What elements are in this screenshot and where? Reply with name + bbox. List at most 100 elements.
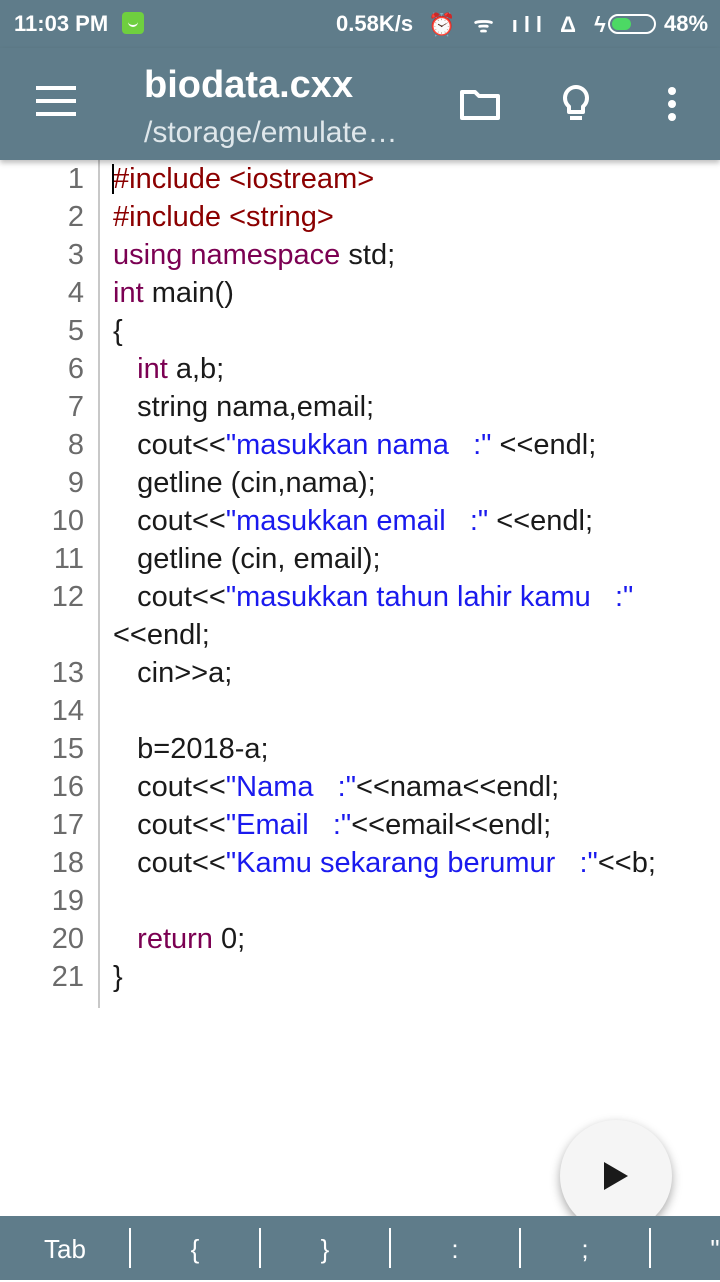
- code-line: 15 b=2018-a;: [0, 730, 720, 768]
- code-token: <<nama<<endl;: [356, 771, 560, 803]
- code-token: "Kamu sekarang berumur :": [225, 847, 598, 879]
- line-number: 14: [51, 695, 84, 727]
- code-token: int: [137, 353, 168, 385]
- code-line: <<endl;: [0, 616, 720, 654]
- code-text: cin>>a;: [113, 654, 232, 692]
- folder-icon[interactable]: [456, 80, 504, 128]
- code-token: cout<<: [113, 847, 226, 879]
- code-text: cout<<"Kamu sekarang berumur :"<<b;: [113, 844, 656, 882]
- code-token: cin>>a;: [113, 657, 233, 689]
- code-line: 10 cout<<"masukkan email :" <<endl;: [0, 502, 720, 540]
- code-editor[interactable]: 1 #include <iostream> 2 #include <string> 3 u…: [0, 160, 720, 1216]
- line-number: 4: [67, 277, 84, 309]
- code-text: getline (cin,nama);: [113, 464, 376, 502]
- line-number: 18: [51, 847, 84, 879]
- code-token: cout<<: [113, 429, 226, 461]
- extra-keys-bar: Tab{}:; ": [0, 1216, 720, 1280]
- key-2[interactable]: }: [260, 1216, 390, 1280]
- code-token: getline (cin, email);: [113, 543, 381, 575]
- code-line: 6 int a,b;: [0, 350, 720, 388]
- status-icons: ⏰ ᯤ ıll Δ ϟ: [428, 12, 612, 37]
- code-text: using namespace std;: [113, 236, 395, 274]
- battery-percent: 48%: [664, 11, 709, 36]
- key-separator: [649, 1228, 651, 1268]
- code-text: string nama,email;: [113, 388, 374, 426]
- code-token: <<endl;: [488, 505, 594, 537]
- code-line: 13 cin>>a;: [0, 654, 720, 692]
- line-number: 12: [51, 581, 84, 613]
- code-token: "masukkan tahun lahir kamu :": [225, 581, 634, 613]
- code-line: 5{: [0, 312, 720, 350]
- code-line: 16 cout<<"Nama :"<<nama<<endl;: [0, 768, 720, 806]
- code-token: <<endl;: [491, 429, 597, 461]
- play-icon: [604, 1162, 628, 1190]
- key-5[interactable]: ": [650, 1216, 720, 1280]
- code-line: 17 cout<<"Email :"<<email<<endl;: [0, 806, 720, 844]
- code-token: b=2018-a;: [113, 733, 269, 765]
- key-1[interactable]: {: [130, 1216, 260, 1280]
- code-text: #include <iostream>: [113, 160, 374, 198]
- code-token: "Nama :": [225, 771, 357, 803]
- line-number: 7: [67, 391, 84, 423]
- file-path: /storage/emulate…: [144, 116, 398, 149]
- code-token: main(): [143, 277, 234, 309]
- key-separator: [129, 1228, 131, 1268]
- code-text: #include <string>: [113, 198, 334, 236]
- app-toolbar: biodata.cxx /storage/emulate…: [0, 48, 720, 160]
- menu-icon[interactable]: [36, 86, 76, 116]
- code-token: cout<<: [113, 581, 226, 613]
- code-text: cout<<"Email :"<<email<<endl;: [113, 806, 551, 844]
- line-number: 10: [51, 505, 84, 537]
- line-number: 3: [67, 239, 84, 271]
- code-token: using namespace: [113, 239, 341, 271]
- line-number: 21: [51, 961, 84, 993]
- battery-icon: [608, 14, 656, 34]
- code-line: 14: [0, 692, 720, 730]
- code-token: #include <iostream>: [113, 163, 375, 195]
- line-number: 5: [67, 315, 84, 347]
- code-token: string nama,email;: [113, 391, 375, 423]
- status-bar: 11:03 PM 0.58K/s ⏰ ᯤ ıll Δ ϟ 48%: [0, 0, 720, 48]
- code-text: return 0;: [113, 920, 245, 958]
- code-text: cout<<"Nama :"<<nama<<endl;: [113, 768, 559, 806]
- code-text: getline (cin, email);: [113, 540, 381, 578]
- code-token: <<email<<endl;: [351, 809, 552, 841]
- network-speed: 0.58K/s: [336, 11, 414, 36]
- code-text: b=2018-a;: [113, 730, 269, 768]
- code-token: cout<<: [113, 505, 226, 537]
- code-line: 3 using namespace std;: [0, 236, 720, 274]
- code-text: cout<<"masukkan nama :" <<endl;: [113, 426, 596, 464]
- line-number: 8: [67, 429, 84, 461]
- status-time: 11:03 PM: [14, 11, 109, 36]
- code-token: {: [113, 315, 123, 347]
- code-token: #include <string>: [113, 201, 334, 233]
- line-number: 15: [51, 733, 84, 765]
- code-line: 9 getline (cin,nama);: [0, 464, 720, 502]
- line-number: 1: [67, 163, 84, 195]
- text-cursor: [112, 164, 114, 194]
- code-token: cout<<: [113, 809, 226, 841]
- key-4[interactable]: ;: [520, 1216, 650, 1280]
- notification-icon: [122, 12, 144, 34]
- lightbulb-icon[interactable]: [552, 80, 600, 128]
- code-line: 20 return 0;: [0, 920, 720, 958]
- code-token: <<b;: [597, 847, 656, 879]
- code-line: 7 string nama,email;: [0, 388, 720, 426]
- code-text: int main(): [113, 274, 234, 312]
- line-number: 20: [51, 923, 84, 955]
- more-vert-icon[interactable]: [648, 80, 696, 128]
- code-line: 4 int main(): [0, 274, 720, 312]
- code-text: <<endl;: [113, 616, 210, 654]
- code-line: 21}: [0, 958, 720, 996]
- key-3[interactable]: :: [390, 1216, 520, 1280]
- code-text: cout<<"masukkan email :" <<endl;: [113, 502, 593, 540]
- code-token: std;: [340, 239, 396, 271]
- code-line: 18 cout<<"Kamu sekarang berumur :"<<b;: [0, 844, 720, 882]
- code-token: a,b;: [167, 353, 225, 385]
- line-number: 16: [51, 771, 84, 803]
- line-number: 19: [51, 885, 84, 917]
- code-token: 0;: [212, 923, 246, 955]
- code-line: 1 #include <iostream>: [0, 160, 720, 198]
- key-0[interactable]: Tab: [0, 1216, 130, 1280]
